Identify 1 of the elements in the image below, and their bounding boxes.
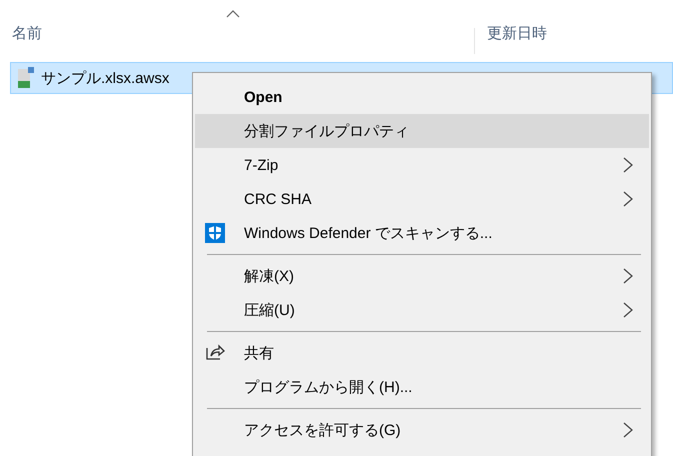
file-name: サンプル.xlsx.awsx — [41, 68, 170, 88]
